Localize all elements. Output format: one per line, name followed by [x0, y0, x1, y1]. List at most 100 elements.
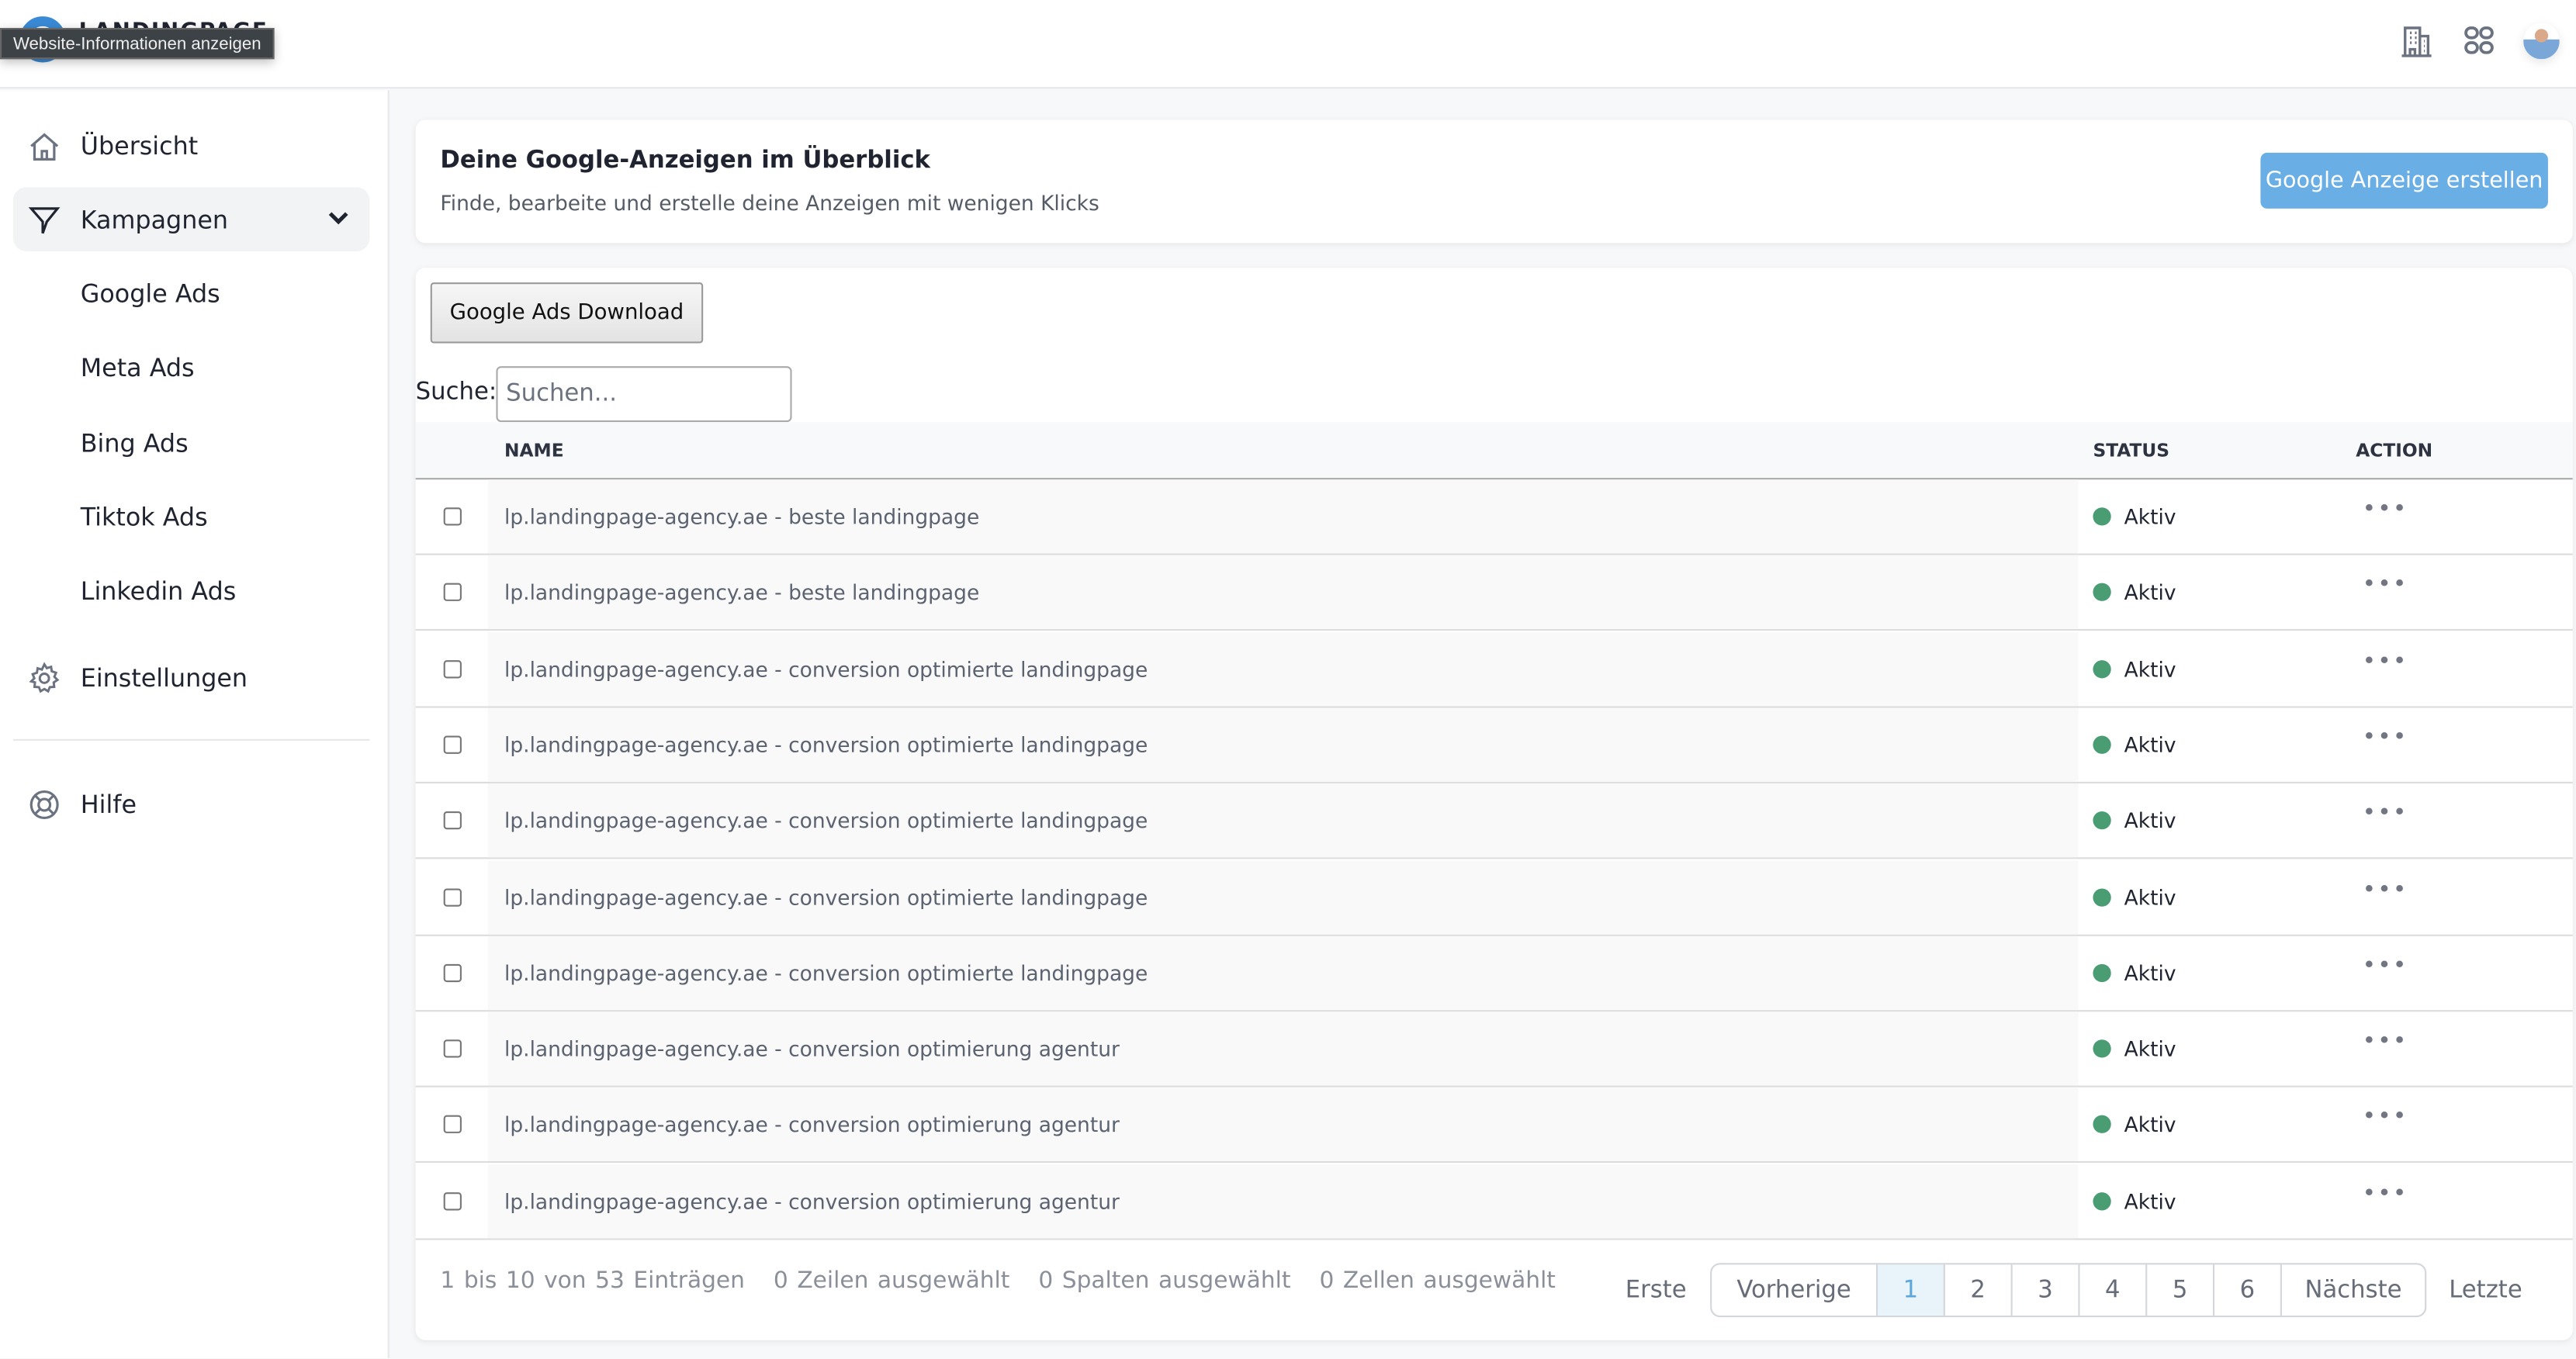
download-button[interactable]: Google Ads Download [430, 282, 704, 344]
ad-name[interactable]: lp.landingpage-agency.ae - conversion op… [504, 1036, 1120, 1061]
status-dot-icon [2093, 659, 2111, 678]
table-row[interactable]: lp.landingpage-agency.ae - beste landing… [415, 479, 2573, 555]
create-ad-button[interactable]: Google Anzeige erstellen [2260, 152, 2548, 209]
more-actions-icon[interactable]: ••• [2363, 724, 2408, 750]
more-actions-icon[interactable]: ••• [2363, 1181, 2408, 1207]
sidebar-item-google-ads[interactable]: Google Ads [13, 261, 369, 326]
ad-name[interactable]: lp.landingpage-agency.ae - conversion op… [504, 960, 1148, 985]
row-checkbox[interactable] [443, 735, 462, 754]
row-checkbox[interactable] [443, 583, 462, 602]
pagination-page-5[interactable]: 5 [2147, 1264, 2215, 1316]
table-row[interactable]: lp.landingpage-agency.ae - conversion op… [415, 707, 2573, 783]
status-dot-icon [2093, 1039, 2111, 1058]
more-actions-icon[interactable]: ••• [2363, 648, 2408, 674]
more-actions-icon[interactable]: ••• [2363, 496, 2408, 522]
table-row[interactable]: lp.landingpage-agency.ae - conversion op… [415, 1011, 2573, 1088]
sidebar-item-bing-ads[interactable]: Bing Ads [13, 410, 369, 475]
status-badge: Aktiv [2124, 1036, 2176, 1061]
intro-card: Deine Google-Anzeigen im Überblick Finde… [415, 119, 2573, 244]
row-checkbox[interactable] [443, 887, 462, 906]
more-actions-icon[interactable]: ••• [2363, 1105, 2408, 1131]
row-checkbox[interactable] [443, 659, 462, 678]
sidebar-item-uebersicht[interactable]: Übersicht [13, 113, 369, 178]
more-actions-icon[interactable]: ••• [2363, 1029, 2408, 1055]
chevron-down-icon[interactable] [327, 207, 350, 230]
home-icon [30, 133, 59, 161]
page-title: Deine Google-Anzeigen im Überblick [440, 147, 930, 175]
ad-name[interactable]: lp.landingpage-agency.ae - conversion op… [504, 656, 1148, 681]
status-badge: Aktiv [2124, 808, 2176, 833]
pagination-next[interactable]: Nächste [2282, 1264, 2425, 1316]
table-header: NAME STATUS ACTION [415, 422, 2573, 480]
grid-icon[interactable] [2461, 23, 2498, 60]
sidebar-item-hilfe[interactable]: Hilfe [13, 772, 369, 836]
page-subtitle: Finde, bearbeite und erstelle deine Anze… [440, 190, 1099, 216]
ad-name[interactable]: lp.landingpage-agency.ae - conversion op… [504, 1188, 1120, 1213]
table-row[interactable]: lp.landingpage-agency.ae - conversion op… [415, 935, 2573, 1011]
ad-name[interactable]: lp.landingpage-agency.ae - conversion op… [504, 732, 1148, 757]
pagination-page-3[interactable]: 3 [2013, 1264, 2080, 1316]
building-icon[interactable] [2398, 23, 2435, 60]
sidebar-item-label: Hilfe [80, 789, 137, 819]
status-dot-icon [2093, 507, 2111, 526]
table-info: 1 bis 10 von 53 Einträgen 0 Zeilen ausge… [440, 1268, 1575, 1295]
row-checkbox[interactable] [443, 507, 462, 526]
sidebar-item-linkedin-ads[interactable]: Linkedin Ads [13, 558, 369, 623]
pagination-previous[interactable]: Vorherige [1712, 1264, 1878, 1316]
column-header-name[interactable]: NAME [504, 440, 564, 462]
more-actions-icon[interactable]: ••• [2363, 877, 2408, 903]
row-checkbox[interactable] [443, 1115, 462, 1134]
table-row[interactable]: lp.landingpage-agency.ae - conversion op… [415, 859, 2573, 935]
sidebar-item-label: Linkedin Ads [80, 576, 237, 606]
sidebar-item-tiktok-ads[interactable]: Tiktok Ads [13, 485, 369, 549]
sidebar-item-label: Übersicht [80, 130, 199, 161]
status-badge: Aktiv [2124, 504, 2176, 529]
pagination-last[interactable]: Letzte [2441, 1263, 2529, 1317]
avatar[interactable] [2523, 22, 2560, 60]
status-badge: Aktiv [2124, 580, 2176, 605]
table-row[interactable]: lp.landingpage-agency.ae - conversion op… [415, 1088, 2573, 1164]
lifebuoy-icon [29, 790, 59, 820]
ad-name[interactable]: lp.landingpage-agency.ae - conversion op… [504, 1112, 1120, 1137]
status-dot-icon [2093, 887, 2111, 906]
table-row[interactable]: lp.landingpage-agency.ae - conversion op… [415, 631, 2573, 707]
pagination: Vorherige 1 2 3 4 5 6 Nächste [1710, 1263, 2427, 1318]
sidebar-item-label: Einstellungen [80, 662, 248, 693]
more-actions-icon[interactable]: ••• [2363, 572, 2408, 598]
table-row[interactable]: lp.landingpage-agency.ae - conversion op… [415, 783, 2573, 859]
sidebar-item-kampagnen[interactable]: Kampagnen [12, 187, 370, 251]
status-dot-icon [2093, 1191, 2111, 1210]
sidebar-item-meta-ads[interactable]: Meta Ads [13, 335, 369, 399]
sidebar: Übersicht Kampagnen Google Ads Meta Ads … [0, 90, 390, 1359]
ad-name[interactable]: lp.landingpage-agency.ae - conversion op… [504, 884, 1148, 909]
site-info-tooltip: Website-Informationen anzeigen [0, 27, 275, 60]
table-row[interactable]: lp.landingpage-agency.ae - beste landing… [415, 555, 2573, 631]
column-header-status[interactable]: STATUS [2093, 440, 2169, 462]
status-dot-icon [2093, 1115, 2111, 1134]
status-dot-icon [2093, 963, 2111, 982]
pagination-page-6[interactable]: 6 [2214, 1264, 2282, 1316]
status-badge: Aktiv [2124, 656, 2176, 681]
row-checkbox[interactable] [443, 1039, 462, 1058]
more-actions-icon[interactable]: ••• [2363, 953, 2408, 979]
ad-name[interactable]: lp.landingpage-agency.ae - beste landing… [504, 580, 979, 605]
search-input[interactable] [496, 366, 792, 423]
pagination-page-1[interactable]: 1 [1878, 1264, 1945, 1316]
sidebar-item-label: Google Ads [80, 278, 220, 308]
pagination-first[interactable]: Erste [1622, 1263, 1691, 1317]
column-header-action: ACTION [2356, 440, 2433, 462]
row-checkbox[interactable] [443, 963, 462, 982]
rows-selected-info: 0 Zeilen ausgewählt [773, 1267, 1010, 1295]
pagination-page-2[interactable]: 2 [1945, 1264, 2013, 1316]
sidebar-item-label: Tiktok Ads [80, 501, 208, 531]
row-checkbox[interactable] [443, 1191, 462, 1210]
ad-name[interactable]: lp.landingpage-agency.ae - conversion op… [504, 808, 1148, 833]
table-row[interactable]: lp.landingpage-agency.ae - conversion op… [415, 1164, 2573, 1240]
status-badge: Aktiv [2124, 732, 2176, 757]
more-actions-icon[interactable]: ••• [2363, 801, 2408, 827]
row-checkbox[interactable] [443, 811, 462, 830]
status-dot-icon [2093, 583, 2111, 602]
pagination-page-4[interactable]: 4 [2080, 1264, 2148, 1316]
ad-name[interactable]: lp.landingpage-agency.ae - beste landing… [504, 504, 979, 529]
sidebar-item-einstellungen[interactable]: Einstellungen [13, 645, 369, 710]
